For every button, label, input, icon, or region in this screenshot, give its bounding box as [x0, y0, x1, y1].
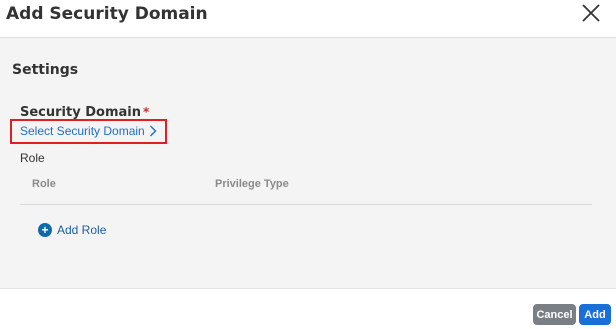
add-role-button[interactable]: + Add Role — [38, 223, 106, 237]
dialog-title: Add Security Domain — [6, 4, 208, 24]
close-icon[interactable] — [580, 2, 602, 24]
add-role-text: Add Role — [57, 223, 107, 237]
security-domain-label-text: Security Domain — [20, 105, 141, 120]
dialog-header: Add Security Domain — [0, 0, 616, 38]
plus-circle-icon: + — [38, 223, 52, 237]
select-security-domain-link[interactable]: Select Security Domain — [20, 124, 157, 138]
select-security-domain-text: Select Security Domain — [20, 124, 145, 138]
role-label: Role — [20, 151, 45, 165]
add-button[interactable]: Add — [579, 304, 611, 325]
chevron-right-icon — [149, 125, 157, 137]
table-header-role: Role — [32, 178, 56, 190]
required-marker: * — [142, 105, 150, 119]
section-title-settings: Settings — [12, 62, 79, 78]
cancel-button[interactable]: Cancel — [533, 304, 576, 325]
security-domain-label: Security Domain * — [20, 105, 149, 120]
table-header-privilege-type: Privilege Type — [215, 178, 289, 190]
dialog-body: Settings Security Domain * Select Securit… — [0, 38, 616, 289]
table-divider — [20, 204, 592, 205]
